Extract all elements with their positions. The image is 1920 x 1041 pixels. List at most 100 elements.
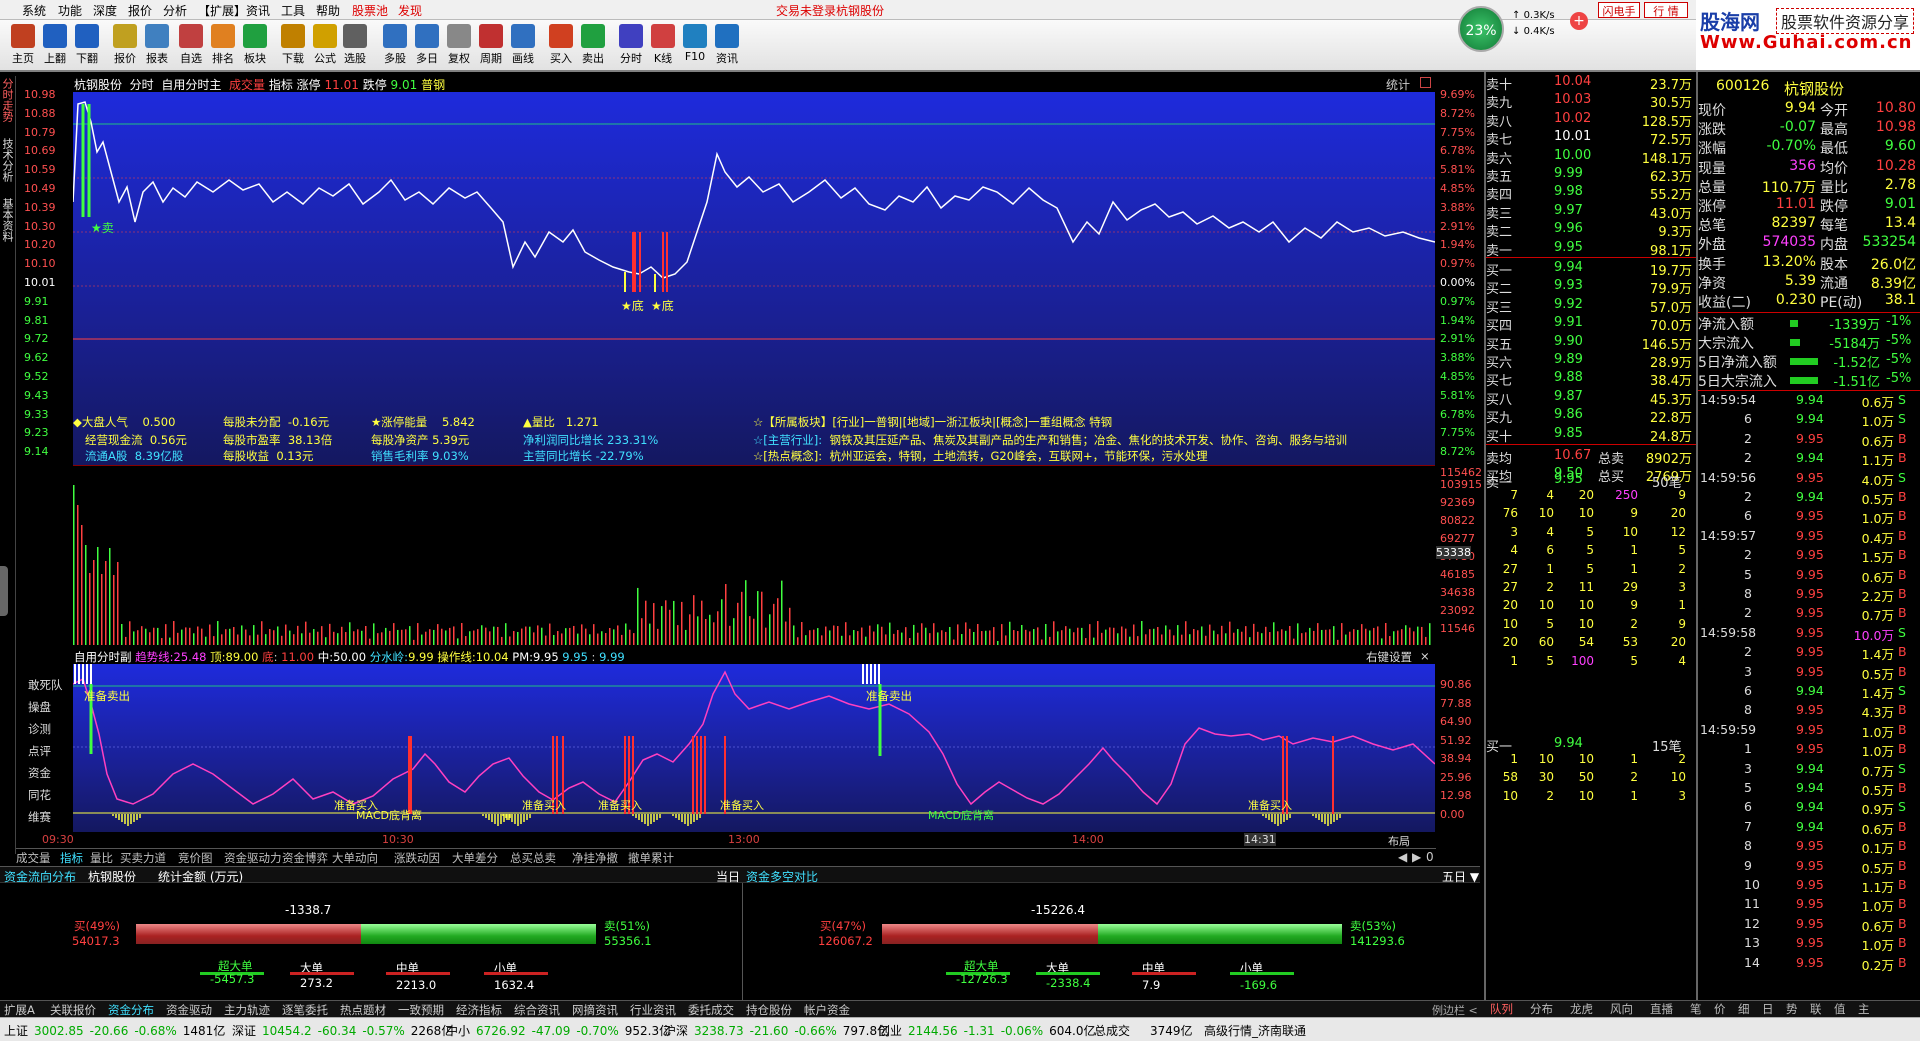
index-hs[interactable]: 沪深 3238.73 -21.60 -0.66% 797.8亿 [664,1022,895,1039]
tab-intraday[interactable]: 分时走势 [1,78,14,122]
tab-fundamental[interactable]: 基本资料 [1,198,14,242]
index-zx[interactable]: 中小 6726.92 -47.09 -0.70% 952.3亿 [446,1022,677,1039]
toolbar-2[interactable]: 下翻 [68,24,106,70]
sell-price-3[interactable]: 10.01 [1554,129,1591,144]
fund-right-title[interactable]: 资金多空对比 [746,868,818,885]
buy-price-9[interactable]: 9.85 [1554,426,1583,441]
index-cy[interactable]: 创业 2144.56 -1.31 -0.06% 604.0亿 [878,1022,1102,1039]
index-sz[interactable]: 深证 10454.2 -60.34 -0.57% 2268亿 [232,1022,459,1039]
right-tab-6[interactable]: 价 [1714,1001,1726,1017]
indicator-tab-0[interactable]: 成交量 [16,850,51,866]
indicator-tab-3[interactable]: 买卖力道 [120,850,166,866]
toolbar-15[interactable]: 画线 [504,24,542,70]
nav-tab-7[interactable]: 一致预期 [398,1002,444,1018]
sell-price-4[interactable]: 10.00 [1554,148,1591,163]
right-tab-0[interactable]: 队列 [1490,1001,1513,1017]
close-icon[interactable]: × [1420,649,1430,663]
sub-menu-5[interactable]: 同花 [28,787,51,803]
menu-quote[interactable]: 报价 [128,2,152,19]
right-tab-7[interactable]: 细 [1738,1001,1750,1017]
index-sh[interactable]: 上证 3002.85 -20.66 -0.68% 1481亿 [4,1022,231,1039]
sell-price-5[interactable]: 9.99 [1554,166,1583,181]
menu-stock-pool[interactable]: 股票池 [352,2,388,19]
buy-price-4[interactable]: 9.90 [1554,334,1583,349]
buy-price-7[interactable]: 9.87 [1554,389,1583,404]
nav-tab-2[interactable]: 资金分布 [108,1002,154,1018]
nav-tab-8[interactable]: 经济指标 [456,1002,502,1018]
fund-title[interactable]: 资金流向分布 [4,868,76,885]
nav-tab-10[interactable]: 网摘资讯 [572,1002,618,1018]
right-tab-9[interactable]: 势 [1786,1001,1798,1017]
stat-button[interactable]: 统计 [1386,76,1410,93]
toolbar-10[interactable]: 选股 [336,24,374,70]
right-tab-5[interactable]: 笔 [1690,1001,1702,1017]
nav-tab-12[interactable]: 委托成交 [688,1002,734,1018]
indicator-tab-8[interactable]: 涨跌动因 [394,850,440,866]
scroll-left[interactable]: 例边栏 < [1432,1002,1478,1018]
toolbar-21[interactable]: 资讯 [708,24,746,70]
toolbar-7[interactable]: 板块 [236,24,274,70]
right-tab-3[interactable]: 风向 [1610,1001,1633,1017]
sub-menu-1[interactable]: 操盘 [28,699,51,715]
menu-depth[interactable]: 深度 [93,2,117,19]
menu-help[interactable]: 帮助 [316,2,340,19]
indicator-tab-9[interactable]: 大单差分 [452,850,498,866]
zero-button[interactable]: 0 [1426,850,1434,864]
toolbar-17[interactable]: 卖出 [574,24,612,70]
buy-price-6[interactable]: 9.88 [1554,370,1583,385]
sub-menu-6[interactable]: 维赛 [28,809,51,825]
sub-menu-2[interactable]: 诊测 [28,721,51,737]
nav-tab-13[interactable]: 持仓股份 [746,1002,792,1018]
right-tab-4[interactable]: 直播 [1650,1001,1673,1017]
nav-tab-0[interactable]: 扩展A [4,1002,35,1018]
menu-news[interactable]: 资讯 [246,2,270,19]
indicator-tab-1[interactable]: 指标 [60,850,83,866]
sell-price-7[interactable]: 9.97 [1554,203,1583,218]
buy-price-0[interactable]: 9.94 [1554,260,1583,275]
right-tab-10[interactable]: 联 [1810,1001,1822,1017]
buy-price-8[interactable]: 9.86 [1554,407,1583,422]
buy-price-5[interactable]: 9.89 [1554,352,1583,367]
fund-period-right[interactable]: 五日 ▼ [1442,868,1479,885]
sell-price-0[interactable]: 10.04 [1554,74,1591,89]
menu-system[interactable]: 系统 [22,2,46,19]
indicator-tab-12[interactable]: 撤单累计 [628,850,674,866]
sell-price-8[interactable]: 9.96 [1554,221,1583,236]
toolbar-4[interactable]: 报表 [138,24,176,70]
right-click-settings[interactable]: 右键设置 [1366,649,1412,665]
menu-function[interactable]: 功能 [58,2,82,19]
server-name[interactable]: 高级行情_济南联通 [1204,1022,1306,1039]
right-tab-12[interactable]: 主 [1858,1001,1870,1017]
expand-icon[interactable] [1420,77,1431,88]
indicator-tab-4[interactable]: 竞价图 [178,850,213,866]
sell-price-6[interactable]: 9.98 [1554,184,1583,199]
add-icon[interactable]: + [1570,12,1588,30]
collapse-handle[interactable] [0,566,8,616]
fund-period-left[interactable]: 当日 [716,868,740,885]
sell-price-9[interactable]: 9.95 [1554,240,1583,255]
nav-tab-9[interactable]: 综合资讯 [514,1002,560,1018]
indicator-tab-10[interactable]: 总买总卖 [510,850,556,866]
buy-price-2[interactable]: 9.92 [1554,297,1583,312]
sub-menu-0[interactable]: 敢死队 [28,677,63,693]
indicator-tab-2[interactable]: 量比 [90,850,113,866]
nav-tab-3[interactable]: 资金驱动 [166,1002,212,1018]
menu-tools[interactable]: 工具 [281,2,305,19]
sell-price-2[interactable]: 10.02 [1554,111,1591,126]
next-button[interactable]: ▶ [1412,850,1421,864]
indicator-tab-11[interactable]: 净挂净撤 [572,850,618,866]
sub-menu-4[interactable]: 资金 [28,765,51,781]
menu-discover[interactable]: 发现 [398,2,422,19]
indicator-tab-6[interactable]: 资金博弈 [282,850,328,866]
nav-tab-1[interactable]: 关联报价 [50,1002,96,1018]
flash-button[interactable]: 闪电手 [1598,2,1640,18]
menu-extend[interactable]: 【扩展】 [198,2,246,19]
buy-price-1[interactable]: 9.93 [1554,278,1583,293]
indicator-tab-5[interactable]: 资金驱动力 [224,850,282,866]
sell-price-1[interactable]: 10.03 [1554,92,1591,107]
right-tab-8[interactable]: 日 [1762,1001,1774,1017]
tab-technical[interactable]: 技术分析 [1,138,14,182]
nav-tab-6[interactable]: 热点题材 [340,1002,386,1018]
right-tab-1[interactable]: 分布 [1530,1001,1553,1017]
nav-tab-11[interactable]: 行业资讯 [630,1002,676,1018]
